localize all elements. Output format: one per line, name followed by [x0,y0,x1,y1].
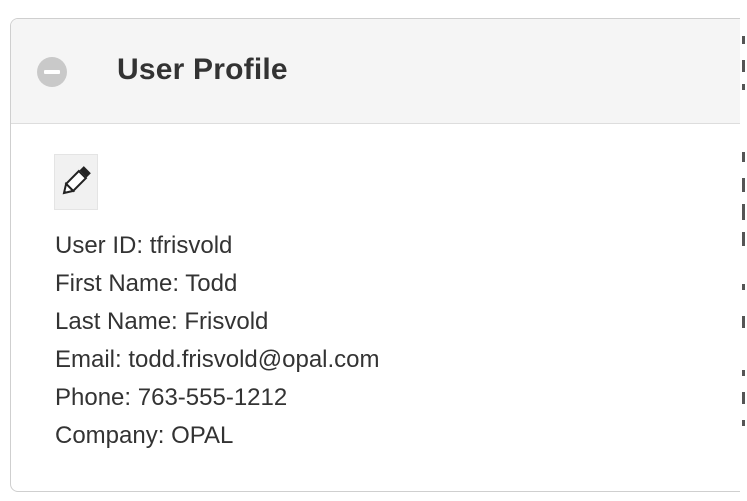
clipped-glyph [742,284,745,290]
field-label: Last Name: [55,308,178,335]
panel-header[interactable]: User Profile [11,19,747,124]
field-label: Email: [55,346,122,373]
clipped-glyph [742,152,745,162]
clipped-glyph [742,316,745,328]
field-label: Company: [55,422,165,449]
profile-fields-list: User ID: tfrisvold First Name: Todd Last… [55,227,380,455]
clipped-glyph [742,84,745,90]
field-label: Phone: [55,384,132,411]
field-value: 763-555-1212 [137,384,288,411]
clipped-glyph [742,178,745,192]
clipped-glyph [742,36,745,44]
field-user-id: User ID: tfrisvold [55,227,380,265]
pencil-icon [62,166,91,195]
clipped-glyph [742,60,745,72]
clipped-glyph [742,420,745,426]
field-value: Frisvold [184,308,269,335]
clipped-glyph [742,370,745,376]
edit-profile-button[interactable] [54,154,98,210]
field-email: Email: todd.frisvold@opal.com [55,341,380,379]
panel-title: User Profile [117,53,288,86]
field-last-name: Last Name: Frisvold [55,303,380,341]
field-label: First Name: [55,270,180,297]
clipped-glyph [742,232,745,246]
collapse-button[interactable] [37,57,67,87]
clipped-edge-content [740,0,747,501]
clipped-glyph [742,392,745,404]
field-value: todd.frisvold@opal.com [128,346,380,373]
user-profile-panel: User Profile User ID: tfrisvold First Na… [10,18,747,492]
field-phone: Phone: 763-555-1212 [55,379,380,417]
minus-circle-icon [44,70,60,74]
field-value: Todd [185,270,238,297]
field-value: OPAL [171,422,234,449]
field-label: User ID: [55,232,144,259]
field-company: Company: OPAL [55,417,380,455]
field-first-name: First Name: Todd [55,265,380,303]
field-value: tfrisvold [149,232,233,259]
page: User Profile User ID: tfrisvold First Na… [0,0,747,501]
clipped-glyph [742,204,745,220]
